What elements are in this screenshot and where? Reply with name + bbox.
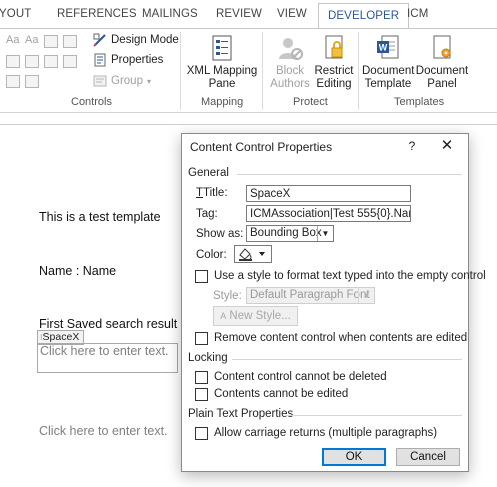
- rich-text-control-icon[interactable]: Aa: [6, 34, 19, 46]
- xml-mapping-pane-button[interactable]: XML Mapping Pane: [185, 34, 259, 91]
- section-divider: [237, 174, 462, 175]
- cancel-button[interactable]: Cancel: [396, 448, 460, 466]
- group-separator: [358, 32, 359, 110]
- style-select[interactable]: Default Paragraph Font ▼: [246, 287, 375, 304]
- block-authors-icon: [279, 38, 303, 60]
- content-control-placeholder-2[interactable]: Click here to enter text.: [39, 424, 168, 438]
- design-mode-button[interactable]: Design Mode: [93, 33, 179, 47]
- general-section-label: General: [188, 167, 229, 179]
- dialog-title: Content Control Properties: [190, 140, 333, 154]
- date-picker-control-icon[interactable]: [63, 55, 77, 68]
- color-label: Color:: [196, 249, 227, 261]
- group-button[interactable]: Group ▾: [93, 74, 151, 88]
- lock-delete-checkbox[interactable]: [195, 371, 208, 384]
- use-style-checkbox[interactable]: [195, 270, 208, 283]
- remove-content-control-label: Remove content control when contents are…: [214, 332, 468, 344]
- title-input[interactable]: SpaceX: [246, 185, 411, 202]
- lock-edit-label: Contents cannot be edited: [214, 388, 349, 400]
- tab-icm[interactable]: ICM: [407, 8, 428, 20]
- picture-control-icon[interactable]: [44, 35, 58, 48]
- protect-group-label: Protect: [293, 96, 328, 108]
- ribbon-tab-bar: YOUT REFERENCES MAILINGS REVIEW VIEW DEV…: [0, 0, 497, 29]
- ribbon: Aa Aa Design Mode Properties Group ▾ Con…: [0, 28, 497, 113]
- mapping-group-label: Mapping: [201, 96, 244, 108]
- tab-developer[interactable]: DEVELOPER: [318, 3, 410, 29]
- chevron-down-icon: ▼: [317, 226, 333, 241]
- remove-content-control-checkbox[interactable]: [195, 332, 208, 345]
- controls-group-label: Controls: [71, 96, 112, 108]
- lock-delete-label: Content control cannot be deleted: [214, 371, 387, 383]
- tab-mailings[interactable]: MAILINGS: [142, 8, 198, 20]
- paint-bucket-icon: [239, 248, 265, 261]
- repeating-section-control-icon[interactable]: [6, 75, 20, 88]
- building-block-control-icon[interactable]: [63, 35, 77, 48]
- color-picker-button[interactable]: [234, 245, 272, 263]
- restrict-editing-button[interactable]: Restrict Editing: [314, 34, 354, 91]
- properties-icon: [94, 53, 106, 67]
- document-panel-icon: [433, 35, 451, 59]
- lock-icon: [325, 35, 343, 59]
- templates-group-label: Templates: [394, 96, 445, 108]
- new-style-button[interactable]: A New Style...: [213, 306, 298, 326]
- use-style-label: Use a style to format text typed into th…: [214, 270, 486, 282]
- locking-section-label: Locking: [188, 352, 228, 364]
- tab-review[interactable]: REVIEW: [216, 8, 262, 20]
- checkbox-control-icon[interactable]: [6, 55, 20, 68]
- group-separator: [180, 32, 181, 110]
- ruler-divider: [0, 124, 497, 125]
- content-control-placeholder[interactable]: Click here to enter text.: [40, 344, 169, 358]
- document-panel-button[interactable]: Document Panel: [414, 34, 470, 91]
- block-authors-button[interactable]: Block Authors: [266, 34, 314, 91]
- ok-button[interactable]: OK: [322, 448, 386, 466]
- group-icon: [93, 75, 107, 87]
- svg-text:W: W: [379, 43, 388, 53]
- properties-button[interactable]: Properties: [93, 53, 163, 67]
- style-icon: A: [220, 311, 227, 321]
- plain-text-control-icon[interactable]: Aa: [25, 34, 38, 46]
- chevron-down-icon: ▼: [358, 288, 374, 303]
- allow-carriage-returns-label: Allow carriage returns (multiple paragra…: [214, 427, 438, 439]
- chevron-down-icon: ▾: [146, 76, 151, 86]
- legacy-tools-icon[interactable]: [25, 75, 39, 88]
- lock-edit-checkbox[interactable]: [195, 388, 208, 401]
- section-divider: [232, 359, 462, 360]
- dropdown-list-control-icon[interactable]: [44, 55, 58, 68]
- close-icon[interactable]: ✕: [437, 136, 457, 156]
- document-template-button[interactable]: W Document Template: [362, 34, 414, 91]
- combo-box-control-icon[interactable]: [25, 55, 39, 68]
- document-line-1: This is a test template: [39, 210, 161, 224]
- design-mode-icon: [93, 33, 106, 47]
- plain-text-section-label: Plain Text Properties: [188, 408, 294, 420]
- tab-references[interactable]: REFERENCES: [57, 8, 137, 20]
- tag-label: Tag:: [196, 208, 218, 220]
- allow-carriage-returns-checkbox[interactable]: [195, 427, 208, 440]
- tag-input[interactable]: ICMAssociation|Test 555{0}.Name: [246, 205, 411, 222]
- show-as-label: Show as:: [196, 228, 244, 240]
- title-label: TTitle:: [196, 187, 228, 199]
- document-line-2: Name : Name: [39, 264, 117, 278]
- xml-mapping-icon: [212, 35, 232, 61]
- group-separator: [262, 32, 263, 110]
- help-button[interactable]: ?: [402, 136, 422, 156]
- show-as-select[interactable]: Bounding Box ▼: [246, 225, 334, 242]
- section-divider: [285, 415, 462, 416]
- tab-layout[interactable]: YOUT: [0, 8, 31, 20]
- tab-view[interactable]: VIEW: [277, 8, 307, 20]
- document-line-3: First Saved search result: [39, 317, 178, 331]
- style-label: Style:: [213, 290, 242, 302]
- content-control-properties-dialog: Content Control Properties ? ✕ General T…: [181, 133, 486, 472]
- word-document-icon: W: [377, 35, 399, 59]
